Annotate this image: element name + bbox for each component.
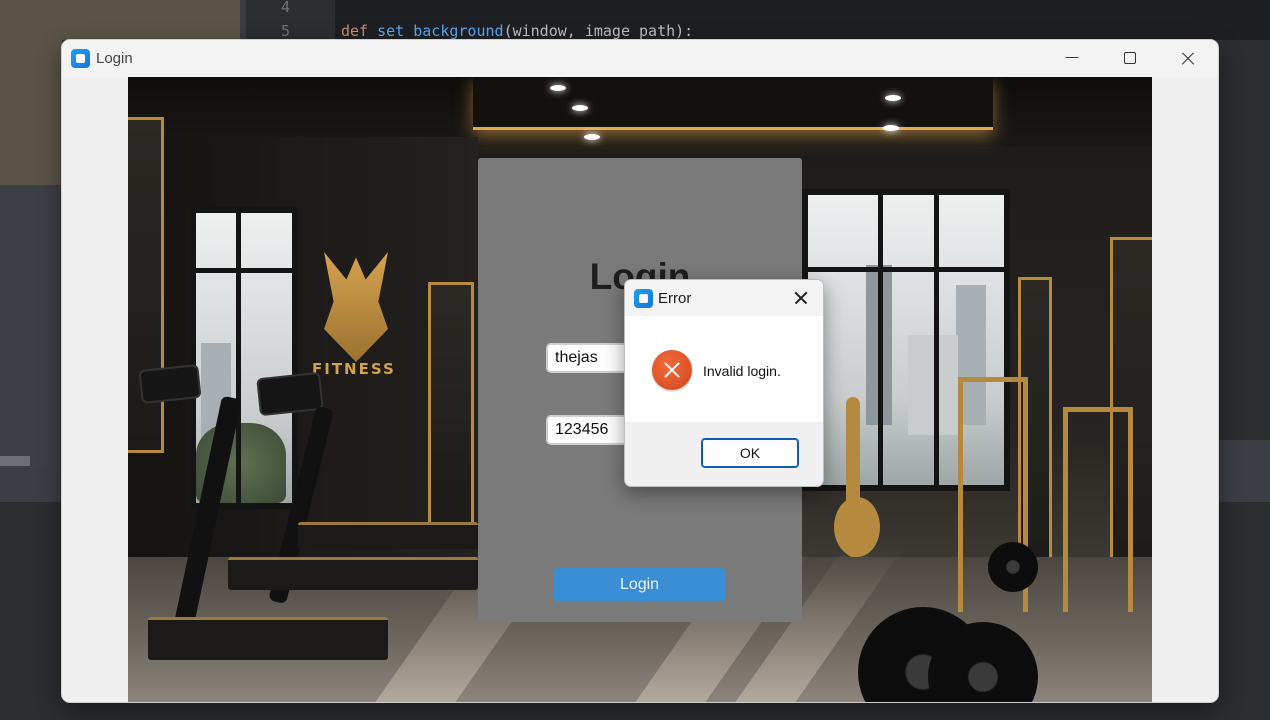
window-title: Login [96,50,133,67]
dialog-body: Invalid login. [625,316,823,422]
ide-editor-background [62,0,240,40]
line-number: 4 [281,0,291,16]
ide-status-strip [0,468,62,502]
treadmill-deck [148,617,388,660]
ide-scrollbar[interactable] [0,456,30,466]
ceiling-spotlight [584,134,600,140]
ceiling-spotlight [885,95,901,101]
dialog-title: Error [658,290,692,307]
ide-status-strip-right [1218,440,1270,502]
building [908,335,958,435]
treadmill-deck [298,522,478,549]
ceiling-spotlight [883,125,899,131]
ok-button[interactable]: OK [701,438,799,468]
window-mullion [878,195,883,485]
window-titlebar[interactable]: Login [62,40,1218,77]
gym-window [190,207,298,509]
error-icon [652,350,692,390]
error-dialog: Error Invalid login. OK [624,279,824,487]
window-mullion [236,213,241,503]
app-icon [71,49,90,68]
maximize-icon[interactable] [1106,46,1152,72]
weight-rack [1063,407,1133,612]
weight-plate [988,542,1038,592]
ide-left-panel-lower [0,185,62,468]
window-mullion [196,268,292,273]
error-message: Invalid login. [703,363,781,379]
treadmill-deck [228,557,478,590]
ide-left-panel [0,0,62,185]
window-mullion [808,267,1004,272]
ceiling-spotlight [550,85,566,91]
exercise-bike-flywheel [834,497,880,557]
minimize-icon[interactable] [1048,46,1094,72]
treadmill-console [256,371,324,417]
close-icon[interactable] [789,287,813,309]
app-icon [634,289,653,308]
ceiling-spotlight [572,105,588,111]
ceiling-light-cove [473,77,993,130]
close-icon[interactable] [1164,46,1210,72]
line-number: 5 [281,22,291,40]
wall-mirror [428,282,474,538]
login-button[interactable]: Login [553,568,726,602]
ide-gutter: 4 5 [240,0,341,40]
treadmill-console [138,363,202,405]
code-args: (window, image_path): [503,22,694,40]
fitness-logo-text: FITNESS [312,360,396,378]
code-line: def set_background(window, image_path): [341,22,693,40]
dialog-titlebar[interactable]: Error [625,280,823,316]
window-mullion [934,195,939,485]
code-keyword: def [341,22,369,40]
code-function-name: set_background [377,22,504,40]
